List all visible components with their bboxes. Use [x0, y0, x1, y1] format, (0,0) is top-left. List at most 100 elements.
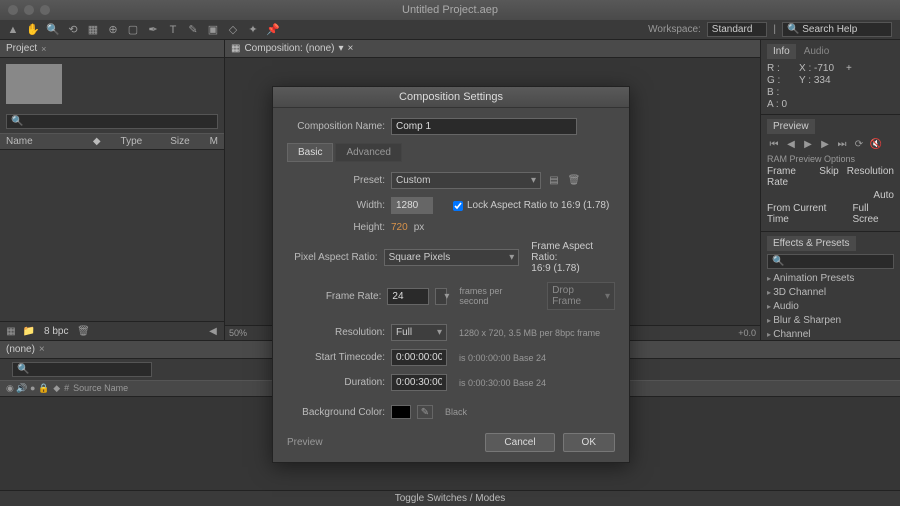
list-item[interactable]: Audio	[767, 300, 894, 313]
label-column[interactable]: ◆	[93, 136, 101, 147]
bg-color-name: Black	[445, 407, 467, 417]
eyedropper-icon[interactable]: ✎	[417, 405, 433, 419]
last-frame-icon[interactable]: ⏭	[835, 138, 849, 150]
timeline-search-input[interactable]: 🔍	[12, 362, 152, 377]
traffic-lights[interactable]	[8, 5, 50, 15]
flowchart-icon[interactable]: ◀	[206, 324, 220, 338]
first-frame-icon[interactable]: ⏮	[767, 138, 781, 150]
close-icon[interactable]: ×	[41, 44, 46, 54]
list-item[interactable]: Channel	[767, 328, 894, 341]
delete-preset-icon[interactable]: 🗑	[567, 174, 581, 188]
mute-icon[interactable]: 🔇	[869, 138, 883, 150]
type-column[interactable]: Type	[121, 136, 151, 147]
interpret-icon[interactable]: ▦	[4, 324, 18, 338]
project-footer: ▦ 📁 8 bpc 🗑 ◀	[0, 321, 224, 340]
project-items[interactable]	[0, 150, 224, 321]
dropdown-icon[interactable]: ▾	[339, 43, 344, 54]
hand-tool-icon[interactable]: ✋	[24, 22, 42, 38]
cancel-button[interactable]: Cancel	[485, 433, 554, 452]
height-label: Height:	[287, 222, 385, 233]
main-toolbar: ▲ ✋ 🔍 ⟲ ▦ ⊕ ▢ ✒ T ✎ ▣ ◇ ✦ 📌 Workspace: S…	[0, 20, 900, 40]
project-column-headers[interactable]: Name ◆ Type Size M	[0, 133, 224, 150]
start-timecode-label: Start Timecode:	[287, 352, 385, 363]
search-help-input[interactable]: 🔍 Search Help	[782, 22, 892, 37]
trash-icon[interactable]: 🗑	[76, 324, 90, 338]
preset-select[interactable]: Custom	[391, 172, 541, 189]
list-item[interactable]: Blur & Sharpen	[767, 314, 894, 327]
height-value[interactable]: 720	[391, 222, 408, 233]
fps-input[interactable]	[387, 288, 429, 305]
width-label: Width:	[287, 200, 385, 211]
list-item[interactable]: Animation Presets	[767, 272, 894, 285]
brush-tool-icon[interactable]: ✎	[184, 22, 202, 38]
name-column[interactable]: Name	[6, 136, 73, 147]
comp-name-input[interactable]	[391, 118, 577, 135]
advanced-tab[interactable]: Advanced	[335, 143, 401, 162]
basic-tab[interactable]: Basic	[287, 143, 333, 162]
window-title: Untitled Project.aep	[402, 4, 498, 16]
composition-settings-dialog: Composition Settings Composition Name: B…	[272, 86, 630, 463]
bg-color-swatch[interactable]	[391, 405, 411, 419]
r-value: R :	[767, 63, 787, 74]
effects-search-input[interactable]: 🔍	[767, 254, 894, 269]
loop-icon[interactable]: ⟳	[852, 138, 866, 150]
preset-label: Preset:	[287, 175, 385, 186]
project-search-input[interactable]: 🔍	[6, 114, 218, 129]
bpc-button[interactable]: 8 bpc	[44, 326, 68, 337]
duration-input[interactable]	[391, 374, 447, 391]
save-preset-icon[interactable]: ▤	[547, 174, 561, 188]
anchor-tool-icon[interactable]: ⊕	[104, 22, 122, 38]
source-name-column[interactable]: Source Name	[73, 383, 128, 394]
list-item[interactable]: 3D Channel	[767, 286, 894, 299]
preview-checkbox-label[interactable]: Preview	[287, 437, 323, 448]
par-label: Pixel Aspect Ratio:	[287, 252, 378, 263]
audio-tab[interactable]: Audio	[798, 44, 836, 59]
m-column[interactable]: M	[210, 136, 218, 147]
zoom-select[interactable]: 50%	[229, 328, 247, 338]
shape-tool-icon[interactable]: ▢	[124, 22, 142, 38]
project-tab[interactable]: Project×	[0, 40, 224, 58]
resolution-select[interactable]: Full	[391, 324, 447, 341]
comp-name-label: Composition Name:	[287, 121, 385, 132]
plus-icon: +	[846, 63, 852, 74]
b-value: B :	[767, 87, 787, 98]
width-input[interactable]	[391, 197, 433, 214]
preview-tab[interactable]: Preview	[767, 119, 815, 134]
puppet-tool-icon[interactable]: 📌	[264, 22, 282, 38]
info-tab[interactable]: Info	[767, 44, 796, 59]
toggle-switches-button[interactable]: Toggle Switches / Modes	[395, 493, 506, 504]
lock-aspect-checkbox[interactable]: Lock Aspect Ratio to 16:9 (1.78)	[453, 200, 609, 211]
label-column[interactable]: ◆	[53, 383, 60, 394]
workspace-label: Workspace:	[648, 24, 701, 35]
text-tool-icon[interactable]: T	[164, 22, 182, 38]
workspace-select[interactable]: Standard	[707, 22, 768, 37]
bg-color-label: Background Color:	[287, 407, 385, 418]
next-frame-icon[interactable]: ▶	[818, 138, 832, 150]
rotate-tool-icon[interactable]: ⟲	[64, 22, 82, 38]
resolution-label: Resolution:	[287, 327, 385, 338]
comp-icon: ▦	[231, 43, 240, 54]
start-timecode-input[interactable]	[391, 349, 447, 366]
close-icon[interactable]: ×	[348, 43, 354, 54]
pen-tool-icon[interactable]: ✒	[144, 22, 162, 38]
effects-tab[interactable]: Effects & Presets	[767, 236, 856, 251]
av-columns[interactable]: ◉ 🔊 ● 🔒	[6, 383, 49, 394]
folder-icon[interactable]: 📁	[22, 324, 36, 338]
ok-button[interactable]: OK	[563, 433, 615, 452]
zoom-tool-icon[interactable]: 🔍	[44, 22, 62, 38]
composition-tab[interactable]: ▦ Composition: (none) ▾ ×	[225, 40, 760, 58]
eraser-tool-icon[interactable]: ◇	[224, 22, 242, 38]
prev-frame-icon[interactable]: ◀	[784, 138, 798, 150]
info-panel: Info Audio R : G : B : A : 0 X : -710 Y …	[761, 40, 900, 115]
window-titlebar: Untitled Project.aep	[0, 0, 900, 20]
fps-dropdown[interactable]	[435, 288, 447, 305]
size-column[interactable]: Size	[170, 136, 189, 147]
far-value: 16:9 (1.78)	[531, 263, 615, 274]
index-column[interactable]: #	[64, 383, 69, 394]
play-icon[interactable]: ▶	[801, 138, 815, 150]
clone-tool-icon[interactable]: ▣	[204, 22, 222, 38]
par-select[interactable]: Square Pixels	[384, 249, 520, 266]
selection-tool-icon[interactable]: ▲	[4, 22, 22, 38]
roto-tool-icon[interactable]: ✦	[244, 22, 262, 38]
camera-tool-icon[interactable]: ▦	[84, 22, 102, 38]
